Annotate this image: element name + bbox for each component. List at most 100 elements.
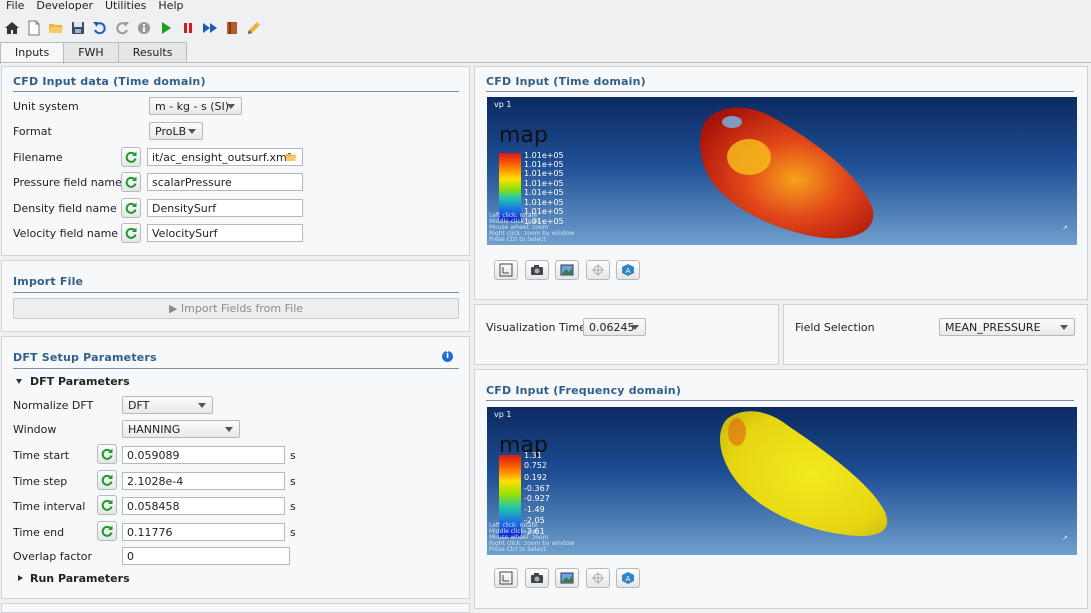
pencil-icon[interactable] <box>244 18 264 38</box>
density-value: DensitySurf <box>152 201 217 215</box>
pick-button[interactable] <box>586 260 610 280</box>
toolbar <box>0 15 1091 40</box>
title-rule <box>486 91 1074 92</box>
window-label: Window <box>13 422 57 436</box>
tab-results[interactable]: Results <box>117 42 188 63</box>
visualization-time-select[interactable]: 0.06245 <box>583 318 646 336</box>
velocity-field[interactable]: VelocitySurf <box>147 224 303 242</box>
refresh-icon <box>101 448 113 460</box>
chevron-down-icon <box>1060 325 1068 330</box>
pressure-field[interactable]: scalarPressure <box>147 173 303 191</box>
visualization-time-label: Visualization Time <box>486 321 586 334</box>
info-icon[interactable] <box>134 18 154 38</box>
chevron-down-icon <box>225 427 233 432</box>
svg-text:A: A <box>626 575 631 583</box>
menu-bar: File Developer Utilities Help <box>0 0 1091 14</box>
time-viewer-title: CFD Input (Time domain) <box>486 75 646 88</box>
time-end-field[interactable]: 0.11776 <box>122 523 285 541</box>
time-interval-field[interactable]: 0.058458 <box>122 497 285 515</box>
view-cube-icon: A <box>622 572 634 584</box>
axes-icon <box>499 571 513 585</box>
field-selection-value: MEAN_PRESSURE <box>945 320 1041 334</box>
screenshot-button[interactable] <box>525 568 549 588</box>
frequency-viewer-title: CFD Input (Frequency domain) <box>486 384 682 397</box>
time-step-refresh-button[interactable] <box>97 470 117 490</box>
filename-label: Filename <box>13 150 63 164</box>
menu-developer[interactable]: Developer <box>30 0 99 14</box>
title-rule <box>486 400 1074 401</box>
view-cube-button[interactable]: A <box>616 568 640 588</box>
time-interval-unit: s <box>290 500 296 513</box>
open-folder-icon[interactable] <box>46 18 66 38</box>
menu-utilities[interactable]: Utilities <box>99 0 152 14</box>
time-start-refresh-button[interactable] <box>97 444 117 464</box>
undo-icon[interactable] <box>90 18 110 38</box>
screenshot-button[interactable] <box>525 260 549 280</box>
refresh-icon <box>125 227 137 239</box>
unit-system-label: Unit system <box>13 99 79 113</box>
field-selection-select[interactable]: MEAN_PRESSURE <box>939 318 1075 336</box>
tab-inputs[interactable]: Inputs <box>0 42 65 64</box>
new-file-icon[interactable] <box>24 18 44 38</box>
field-selection-panel: Field Selection MEAN_PRESSURE <box>783 304 1088 365</box>
window-select[interactable]: HANNING <box>122 420 240 438</box>
time-step-field[interactable]: 2.1028e-4 <box>122 472 285 490</box>
pick-button[interactable] <box>586 568 610 588</box>
format-select[interactable]: ProLB <box>149 122 203 140</box>
redo-icon[interactable] <box>112 18 132 38</box>
filename-value: it/ac_ensight_outsurf.xmf <box>152 150 291 164</box>
time-end-refresh-button[interactable] <box>97 521 117 541</box>
info-icon[interactable]: i <box>442 351 453 362</box>
import-fields-button[interactable]: ▶ Import Fields from File <box>13 298 459 319</box>
filename-field[interactable]: it/ac_ensight_outsurf.xmf <box>147 148 303 166</box>
density-refresh-button[interactable] <box>121 198 141 218</box>
pressure-refresh-button[interactable] <box>121 172 141 192</box>
time-domain-3d-view[interactable]: vp 1 map 1.01e+05 1.01e+05 1.01e+05 1.01… <box>487 97 1077 245</box>
view-cube-button[interactable]: A <box>616 260 640 280</box>
run-parameters-section[interactable]: Run Parameters <box>18 568 130 588</box>
cfd-input-title: CFD Input data (Time domain) <box>13 75 206 88</box>
frequency-domain-surface: ↗ <box>720 411 1068 542</box>
open-folder-icon[interactable] <box>284 151 298 163</box>
dft-parameters-section[interactable]: DFT Parameters <box>16 371 130 391</box>
import-file-panel: Import File ▶ Import Fields from File <box>1 260 470 332</box>
overlap-field[interactable]: 0 <box>122 547 290 565</box>
tab-fwh[interactable]: FWH <box>63 42 119 63</box>
home-icon[interactable] <box>2 18 22 38</box>
time-start-unit: s <box>290 449 296 462</box>
book-icon[interactable] <box>222 18 242 38</box>
collapse-arrow-icon <box>16 378 22 384</box>
frequency-domain-3d-view[interactable]: vp 1 map 1.31 0.752 0.192 -0.367 -0.927 … <box>487 407 1077 555</box>
menu-help[interactable]: Help <box>152 0 189 14</box>
export-image-button[interactable] <box>555 568 579 588</box>
menu-file[interactable]: File <box>0 0 30 14</box>
time-start-field[interactable]: 0.059089 <box>122 446 285 464</box>
fast-forward-icon[interactable] <box>200 18 220 38</box>
export-image-button[interactable] <box>555 260 579 280</box>
stop-icon[interactable] <box>178 18 198 38</box>
time-end-unit: s <box>290 526 296 539</box>
velocity-refresh-button[interactable] <box>121 223 141 243</box>
time-end-label: Time end <box>13 525 65 539</box>
time-interval-label: Time interval <box>13 499 86 513</box>
normalize-select[interactable]: DFT <box>122 396 213 414</box>
chevron-down-icon <box>631 325 639 330</box>
axes-button[interactable] <box>494 568 518 588</box>
filename-refresh-button[interactable] <box>121 147 141 167</box>
refresh-icon <box>125 151 137 163</box>
run-icon[interactable] <box>156 18 176 38</box>
overlap-value: 0 <box>127 549 134 563</box>
window-value: HANNING <box>128 422 181 436</box>
format-value: ProLB <box>155 124 187 138</box>
density-field[interactable]: DensitySurf <box>147 199 303 217</box>
time-interval-value: 0.058458 <box>127 499 180 513</box>
chevron-down-icon <box>227 104 235 109</box>
save-icon[interactable] <box>68 18 88 38</box>
field-selection-label: Field Selection <box>795 321 875 334</box>
camera-icon <box>531 573 543 583</box>
refresh-icon <box>125 202 137 214</box>
unit-system-select[interactable]: m - kg - s (SI) <box>149 97 242 115</box>
time-interval-refresh-button[interactable] <box>97 495 117 515</box>
axes-button[interactable] <box>494 260 518 280</box>
title-rule <box>13 368 459 369</box>
